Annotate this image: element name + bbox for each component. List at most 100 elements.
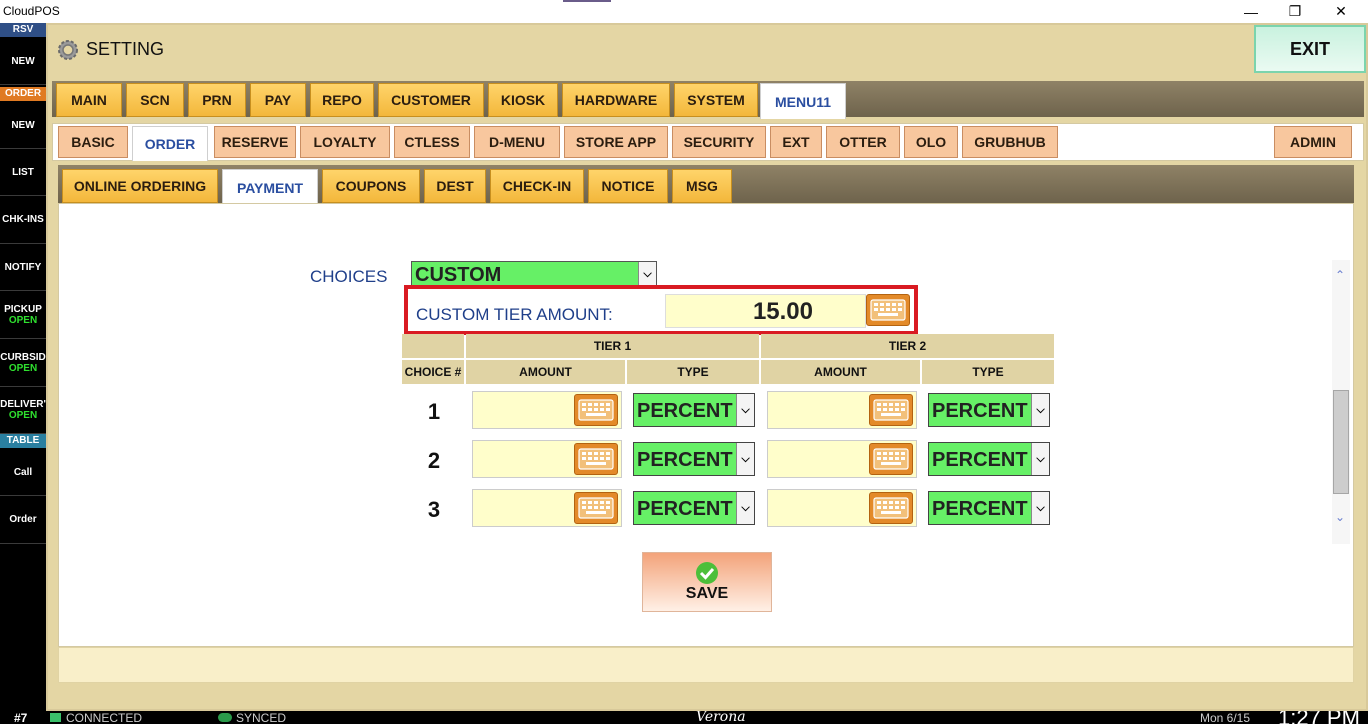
tab-system[interactable]: SYSTEM xyxy=(674,83,758,117)
sidebar-item-label: NEW xyxy=(11,119,35,131)
tier1-type-value: PERCENT xyxy=(637,498,733,520)
sidebar-item-order-new[interactable]: NEW xyxy=(0,102,46,149)
keyboard-icon[interactable] xyxy=(869,443,913,475)
tab-customer[interactable]: CUSTOMER xyxy=(378,83,484,117)
tier2-header: TIER 2 xyxy=(761,334,1054,358)
tab-kiosk[interactable]: KIOSK xyxy=(488,83,558,117)
tab-dest[interactable]: DEST xyxy=(424,169,486,203)
tab-menu11[interactable]: MENU11 xyxy=(760,83,846,119)
tier2-type-select[interactable]: PERCENT ⌵ xyxy=(928,442,1050,476)
connected-status: CONNECTED xyxy=(66,711,143,724)
connected-icon xyxy=(50,713,61,722)
tier1-type-select[interactable]: PERCENT ⌵ xyxy=(633,442,755,476)
time-display: 1:27 PM xyxy=(1278,711,1360,724)
station-number: #7 xyxy=(14,711,28,724)
tier1-type-select[interactable]: PERCENT ⌵ xyxy=(633,393,755,427)
sidebar-item-rsv-new[interactable]: NEW xyxy=(0,38,46,85)
tab-store-app[interactable]: STORE APP xyxy=(564,126,668,158)
sidebar-item-pickup[interactable]: PICKUP OPEN xyxy=(0,291,46,339)
scrollbar[interactable]: ⌃ ⌄ xyxy=(1332,260,1350,544)
sidebar-header-rsv: RSV xyxy=(0,23,46,37)
tab-reserve[interactable]: RESERVE xyxy=(214,126,296,158)
tab-msg[interactable]: MSG xyxy=(672,169,732,203)
choices-select[interactable]: CUSTOM ⌵ xyxy=(411,261,657,287)
synced-status: SYNCED xyxy=(236,711,287,724)
sidebar: RSV NEW ORDER NEW LIST CHK-INS NOTIFY PI… xyxy=(0,23,46,711)
tab-otter[interactable]: OTTER xyxy=(826,126,900,158)
sidebar-item-label: CHK-INS xyxy=(2,214,44,225)
sidebar-item-list[interactable]: LIST xyxy=(0,149,46,196)
status-bar: #7 CONNECTED SYNCED Verona Mon 6/15 1:27… xyxy=(0,711,1368,724)
sidebar-item-delivery[interactable]: DELIVER' OPEN xyxy=(0,387,46,434)
sidebar-item-label: DELIVER' xyxy=(0,399,46,410)
sidebar-item-call[interactable]: Call xyxy=(0,449,46,496)
chevron-down-icon: ⌵ xyxy=(1031,394,1049,426)
keyboard-icon[interactable] xyxy=(574,394,618,426)
tier2-type-select[interactable]: PERCENT ⌵ xyxy=(928,393,1050,427)
tier2-type-value: PERCENT xyxy=(932,400,1028,422)
tab-hardware[interactable]: HARDWARE xyxy=(562,83,670,117)
tab-scn[interactable]: SCN xyxy=(126,83,184,117)
tab-notice[interactable]: NOTICE xyxy=(588,169,668,203)
keyboard-icon[interactable] xyxy=(866,294,910,326)
tier2-type-select[interactable]: PERCENT ⌵ xyxy=(928,491,1050,525)
tier1-type-value: PERCENT xyxy=(637,400,733,422)
page-title: SETTING xyxy=(86,39,165,59)
custom-tier-value: 15.00 xyxy=(752,298,813,325)
scroll-down-icon[interactable]: ⌄ xyxy=(1335,510,1345,524)
tab-ctless[interactable]: CTLESS xyxy=(394,126,470,158)
sidebar-item-curbside[interactable]: CURBSID OPEN xyxy=(0,339,46,387)
minimize-button[interactable]: — xyxy=(1228,0,1274,23)
keyboard-icon[interactable] xyxy=(574,492,618,524)
save-button[interactable]: SAVE xyxy=(642,552,772,612)
tab-grubhub[interactable]: GRUBHUB xyxy=(962,126,1058,158)
tab-olo[interactable]: OLO xyxy=(904,126,958,158)
tier1-amount-header: AMOUNT xyxy=(466,360,625,384)
chevron-down-icon: ⌵ xyxy=(1031,443,1049,475)
keyboard-icon[interactable] xyxy=(574,443,618,475)
tab-prn[interactable]: PRN xyxy=(188,83,246,117)
restore-button[interactable]: ❐ xyxy=(1272,0,1318,23)
window-title-bar: CloudPOS — ❐ ✕ xyxy=(0,0,1368,23)
sidebar-item-label: PICKUP xyxy=(4,303,42,315)
payment-panel: CHOICES CUSTOM ⌵ CUSTOM TIER AMOUNT: 15.… xyxy=(58,203,1354,647)
tab-admin[interactable]: ADMIN xyxy=(1274,126,1352,158)
tab-payment[interactable]: PAYMENT xyxy=(222,169,318,205)
tab-repo[interactable]: REPO xyxy=(310,83,374,117)
gear-icon xyxy=(56,38,80,62)
custom-tier-input[interactable]: 15.00 xyxy=(665,294,866,328)
scrollbar-thumb[interactable] xyxy=(1333,390,1349,494)
choice-number: 2 xyxy=(427,448,441,473)
tab-main[interactable]: MAIN xyxy=(56,83,122,117)
store-name: Verona xyxy=(696,711,746,724)
sidebar-item-chk-ins[interactable]: CHK-INS xyxy=(0,196,46,244)
tab-ext[interactable]: EXT xyxy=(770,126,822,158)
tab-coupons[interactable]: COUPONS xyxy=(322,169,420,203)
sidebar-item-notify[interactable]: NOTIFY xyxy=(0,244,46,291)
sidebar-item-label: LIST xyxy=(12,166,34,178)
tier2-amount-header: AMOUNT xyxy=(761,360,920,384)
close-button[interactable]: ✕ xyxy=(1318,0,1364,23)
tab-order[interactable]: ORDER xyxy=(132,126,208,161)
tab-d-menu[interactable]: D-MENU xyxy=(474,126,560,158)
tab-security[interactable]: SECURITY xyxy=(672,126,766,158)
tab-loyalty[interactable]: LOYALTY xyxy=(300,126,390,158)
sidebar-item-label: CURBSID xyxy=(0,351,46,363)
tab-pay[interactable]: PAY xyxy=(250,83,306,117)
choice-number: 1 xyxy=(427,399,441,424)
tab-check-in[interactable]: CHECK-IN xyxy=(490,169,584,203)
keyboard-icon[interactable] xyxy=(869,394,913,426)
choices-label: CHOICES xyxy=(310,267,388,286)
keyboard-icon[interactable] xyxy=(869,492,913,524)
exit-button[interactable]: EXIT xyxy=(1254,25,1366,73)
choice-column-header: CHOICE # xyxy=(402,360,464,384)
tab-online-ordering[interactable]: ONLINE ORDERING xyxy=(62,169,218,203)
tier2-type-header: TYPE xyxy=(922,360,1054,384)
tab-basic[interactable]: BASIC xyxy=(58,126,128,158)
tier1-type-select[interactable]: PERCENT ⌵ xyxy=(633,491,755,525)
scroll-up-icon[interactable]: ⌃ xyxy=(1335,268,1345,282)
chevron-down-icon: ⌵ xyxy=(736,443,754,475)
choice-number: 3 xyxy=(427,497,441,522)
sidebar-item-order[interactable]: Order xyxy=(0,496,46,544)
sidebar-item-label: NEW xyxy=(11,55,35,67)
